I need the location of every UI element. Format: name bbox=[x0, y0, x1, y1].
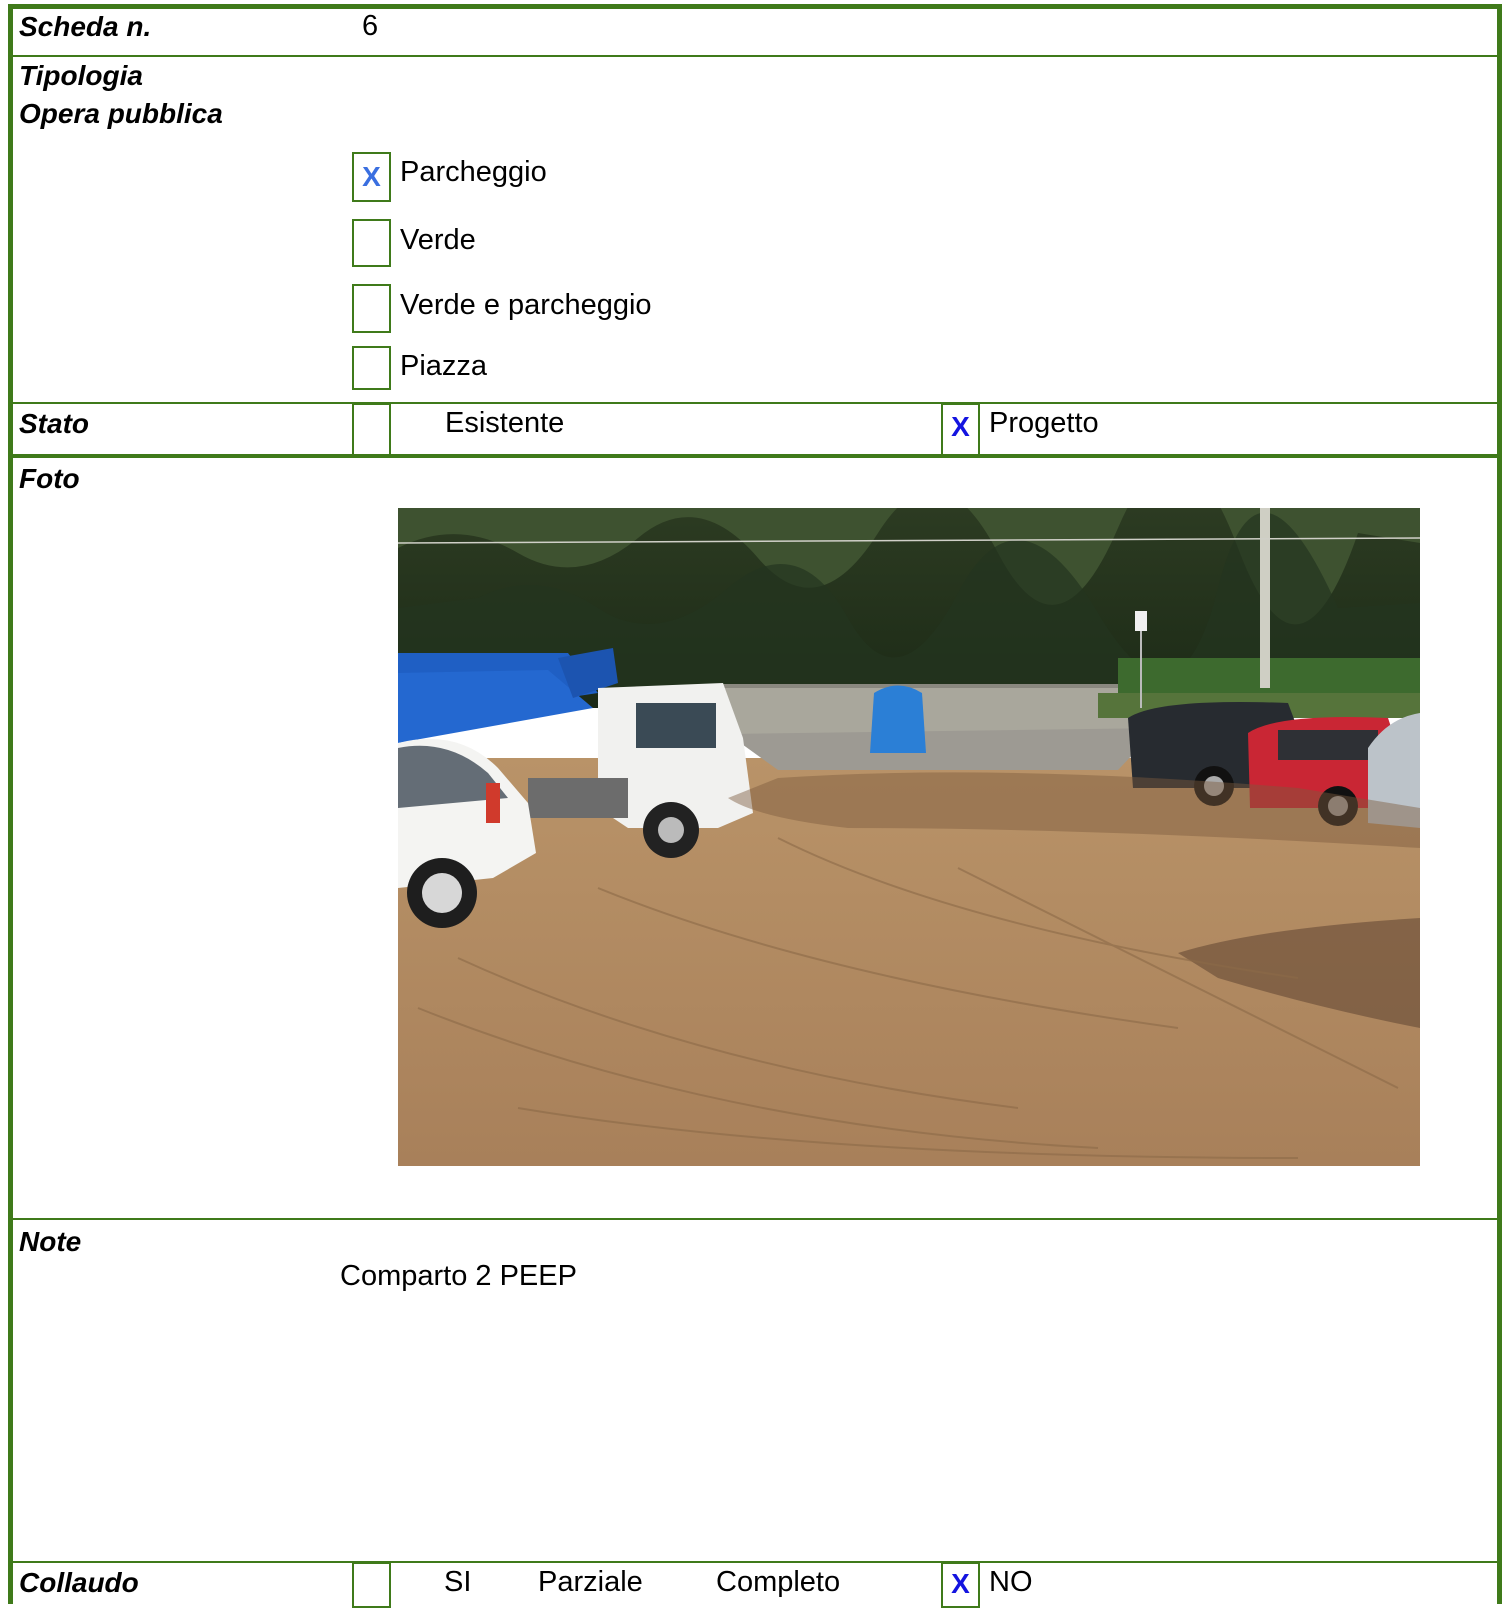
divider-before-collaudo bbox=[8, 1561, 1502, 1563]
progetto-checkbox[interactable]: X bbox=[941, 403, 980, 456]
divider-after-foto bbox=[8, 1218, 1502, 1220]
parcheggio-check-mark: X bbox=[362, 161, 381, 192]
tipologia-label: Tipologia bbox=[19, 60, 143, 91]
site-photo bbox=[398, 508, 1420, 1166]
scheda-label: Scheda n. bbox=[19, 11, 152, 42]
divider-after-scheda bbox=[8, 55, 1502, 57]
scheda-number: 6 bbox=[362, 10, 379, 42]
frame-top bbox=[8, 4, 1502, 9]
progetto-check-mark: X bbox=[951, 411, 970, 442]
progetto-label: Progetto bbox=[989, 407, 1099, 439]
piazza-label: Piazza bbox=[400, 350, 488, 382]
opera-pubblica-label: Opera pubblica bbox=[19, 98, 223, 129]
collaudo-no-label: NO bbox=[989, 1566, 1033, 1598]
parcheggio-label: Parcheggio bbox=[400, 156, 547, 188]
collaudo-parziale-label: Parziale bbox=[538, 1566, 643, 1598]
foto-label: Foto bbox=[19, 463, 80, 494]
verde-e-parcheggio-checkbox[interactable] bbox=[352, 284, 391, 333]
verde-checkbox[interactable] bbox=[352, 219, 391, 267]
stato-label: Stato bbox=[19, 408, 89, 439]
divider-scheda-label bbox=[332, 4, 354, 7]
piazza-checkbox[interactable] bbox=[352, 346, 391, 390]
collaudo-no-check-mark: X bbox=[951, 1568, 970, 1599]
parcheggio-checkbox[interactable]: X bbox=[352, 152, 391, 202]
collaudo-si-label: SI bbox=[444, 1566, 472, 1598]
blue-container bbox=[870, 685, 926, 753]
collaudo-completo-label: Completo bbox=[716, 1566, 841, 1598]
note-label: Note bbox=[19, 1226, 82, 1257]
divider-after-tipologia bbox=[8, 402, 1502, 404]
divider-after-stato bbox=[8, 454, 1502, 458]
collaudo-checkbox[interactable] bbox=[352, 1562, 391, 1608]
collaudo-label: Collaudo bbox=[19, 1567, 139, 1598]
esistente-checkbox[interactable] bbox=[352, 403, 391, 456]
collaudo-no-checkbox[interactable]: X bbox=[941, 1562, 980, 1608]
verde-label: Verde bbox=[400, 224, 476, 256]
frame-left bbox=[8, 4, 13, 1604]
verde-e-parcheggio-label: Verde e parcheggio bbox=[400, 289, 652, 321]
esistente-label: Esistente bbox=[445, 407, 565, 439]
note-text: Comparto 2 PEEP bbox=[340, 1260, 577, 1292]
road bbox=[728, 728, 1158, 770]
pole bbox=[1260, 508, 1270, 688]
wall bbox=[718, 686, 1158, 734]
frame-right bbox=[1497, 4, 1502, 1604]
